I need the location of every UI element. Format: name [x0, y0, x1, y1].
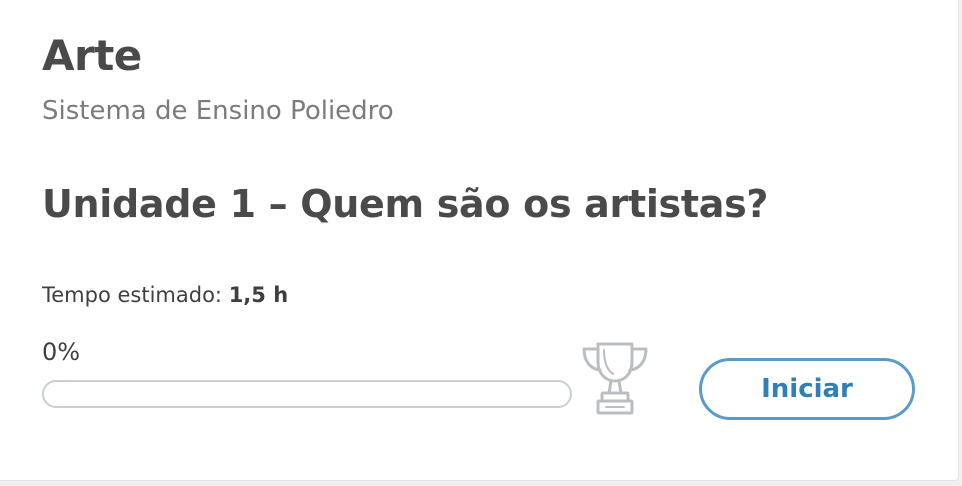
- subject-title: Arte: [42, 31, 142, 80]
- estimated-time-value: 1,5 h: [228, 283, 289, 307]
- unit-title: Unidade 1 – Quem são os artistas?: [42, 182, 769, 226]
- progress-bar: [42, 380, 572, 408]
- estimated-time: Tempo estimado: 1,5 h: [42, 280, 288, 310]
- publisher-name: Sistema de Ensino Poliedro: [42, 96, 394, 126]
- trophy-icon: [578, 340, 652, 416]
- unit-card: Arte Sistema de Ensino Poliedro Unidade …: [0, 0, 959, 481]
- start-button[interactable]: Iniciar: [699, 358, 915, 420]
- estimated-time-label: Tempo estimado:: [42, 283, 222, 307]
- progress-percent: 0%: [42, 338, 81, 366]
